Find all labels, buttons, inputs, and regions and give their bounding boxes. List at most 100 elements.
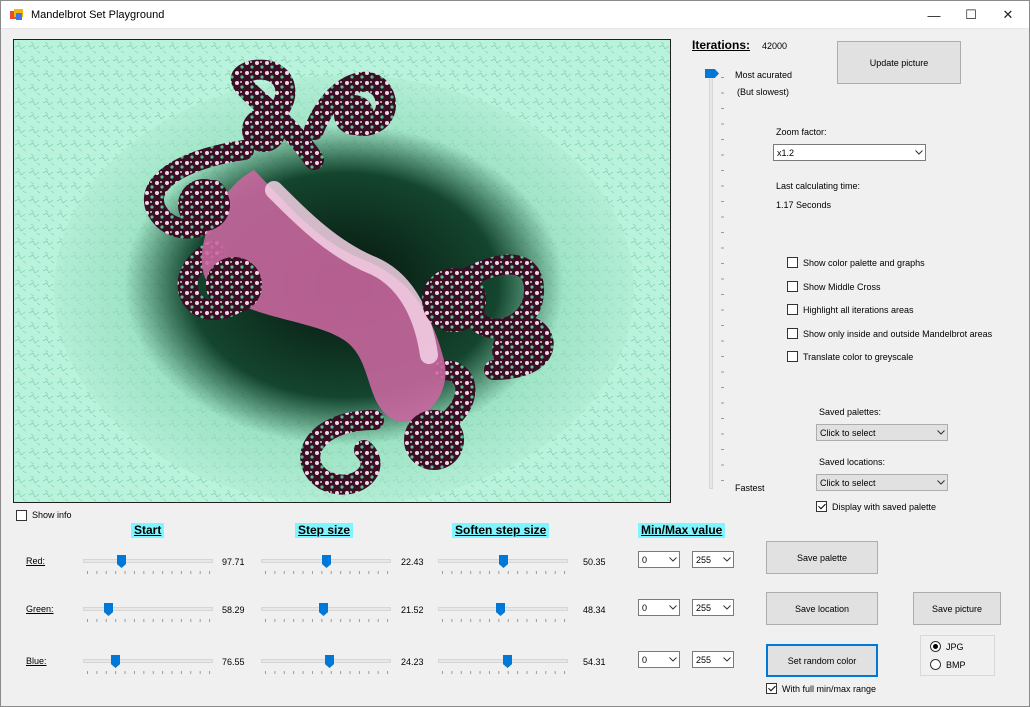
fractal-canvas[interactable] bbox=[13, 39, 671, 503]
chevron-down-icon bbox=[666, 600, 679, 615]
blue-min-value: 0 bbox=[642, 654, 648, 665]
format-jpg-radio[interactable] bbox=[930, 641, 941, 652]
blue-soften-value: 54.31 bbox=[583, 657, 606, 667]
chevron-down-icon bbox=[666, 652, 679, 667]
green-min-select[interactable]: 0 bbox=[638, 599, 680, 616]
option-greyscale-checkbox[interactable] bbox=[787, 351, 798, 362]
green-step-slider-thumb[interactable] bbox=[319, 603, 328, 616]
blue-max-select[interactable]: 255 bbox=[692, 651, 734, 668]
iterations-top-sublabel: (But slowest) bbox=[737, 87, 790, 97]
red-start-value: 97.71 bbox=[222, 557, 245, 567]
blue-start-slider-track[interactable] bbox=[83, 659, 213, 663]
green-soften-value: 48.34 bbox=[583, 605, 606, 615]
set-random-color-button[interactable]: Set random color bbox=[766, 644, 878, 677]
blue-start-slider-ticks bbox=[87, 671, 213, 674]
red-soften-slider-thumb[interactable] bbox=[499, 555, 508, 568]
option-middle-cross-checkbox[interactable] bbox=[787, 281, 798, 292]
red-max-select[interactable]: 255 bbox=[692, 551, 734, 568]
green-start-slider-thumb[interactable] bbox=[104, 603, 113, 616]
blue-step-value: 24.23 bbox=[401, 657, 424, 667]
red-soften-slider-ticks bbox=[442, 571, 568, 574]
iterations-slider-ticks bbox=[721, 77, 724, 489]
blue-max-value: 255 bbox=[696, 654, 712, 665]
iterations-slider-track[interactable] bbox=[709, 71, 713, 489]
close-icon: ✕ bbox=[1002, 7, 1014, 22]
close-button[interactable]: ✕ bbox=[985, 1, 1029, 29]
zoom-factor-label: Zoom factor: bbox=[776, 127, 827, 137]
maximize-icon: ☐ bbox=[965, 7, 977, 22]
option-show-palette-checkbox[interactable] bbox=[787, 257, 798, 268]
chevron-down-icon bbox=[666, 552, 679, 567]
option-middle-cross-label: Show Middle Cross bbox=[803, 282, 881, 292]
red-start-slider-ticks bbox=[87, 571, 213, 574]
chevron-down-icon bbox=[720, 600, 733, 615]
iterations-slider-thumb[interactable] bbox=[705, 69, 719, 78]
full-range-checkbox[interactable] bbox=[766, 683, 777, 694]
green-start-slider-track[interactable] bbox=[83, 607, 213, 611]
zoom-factor-select[interactable]: x1.2 bbox=[773, 144, 926, 161]
red-min-value: 0 bbox=[642, 554, 648, 565]
green-max-select[interactable]: 255 bbox=[692, 599, 734, 616]
red-step-slider-thumb[interactable] bbox=[322, 555, 331, 568]
show-info-label: Show info bbox=[32, 510, 72, 520]
green-step-value: 21.52 bbox=[401, 605, 424, 615]
saved-locations-value: Click to select bbox=[820, 477, 876, 488]
zoom-factor-value: x1.2 bbox=[777, 147, 795, 158]
option-inside-outside-label: Show only inside and outside Mandelbrot … bbox=[803, 329, 993, 339]
blue-step-slider-thumb[interactable] bbox=[325, 655, 334, 668]
format-bmp-label: BMP bbox=[946, 660, 966, 670]
green-soften-slider-thumb[interactable] bbox=[496, 603, 505, 616]
red-min-select[interactable]: 0 bbox=[638, 551, 680, 568]
option-show-palette-label: Show color palette and graphs bbox=[803, 258, 925, 268]
chevron-down-icon bbox=[720, 652, 733, 667]
fractal-image bbox=[14, 40, 670, 502]
header-soften-step-size: Soften step size bbox=[452, 523, 550, 538]
save-picture-button[interactable]: Save picture bbox=[913, 592, 1001, 625]
red-start-slider-track[interactable] bbox=[83, 559, 213, 563]
blue-min-select[interactable]: 0 bbox=[638, 651, 680, 668]
header-min-max: Min/Max value bbox=[638, 523, 726, 538]
red-max-value: 255 bbox=[696, 554, 712, 565]
green-row-label: Green: bbox=[26, 604, 54, 614]
iterations-value: 42000 bbox=[762, 41, 788, 51]
blue-row-label: Blue: bbox=[26, 656, 47, 666]
update-picture-button[interactable]: Update picture bbox=[837, 41, 961, 84]
calc-time-value: 1.17 Seconds bbox=[776, 200, 832, 210]
display-saved-palette-label: Display with saved palette bbox=[832, 502, 937, 512]
blue-soften-slider-thumb[interactable] bbox=[503, 655, 512, 668]
option-inside-outside-checkbox[interactable] bbox=[787, 328, 798, 339]
full-range-label: With full min/max range bbox=[782, 684, 877, 694]
iterations-top-label: Most acurated bbox=[735, 70, 793, 80]
iterations-bottom-label: Fastest bbox=[735, 483, 765, 493]
format-bmp-radio[interactable] bbox=[930, 659, 941, 670]
green-start-value: 58.29 bbox=[222, 605, 245, 615]
red-start-slider-thumb[interactable] bbox=[117, 555, 126, 568]
display-saved-palette-checkbox[interactable] bbox=[816, 501, 827, 512]
green-soften-slider-ticks bbox=[442, 619, 568, 622]
green-min-value: 0 bbox=[642, 602, 648, 613]
option-highlight-checkbox[interactable] bbox=[787, 304, 798, 315]
save-location-button[interactable]: Save location bbox=[766, 592, 878, 625]
green-max-value: 255 bbox=[696, 602, 712, 613]
app-window: Mandelbrot Set Playground — ☐ ✕ Show inf… bbox=[0, 0, 1030, 707]
saved-palettes-value: Click to select bbox=[820, 427, 876, 438]
header-start: Start bbox=[131, 523, 165, 538]
chevron-down-icon bbox=[934, 475, 947, 490]
header-step-size: Step size bbox=[295, 523, 354, 538]
chevron-down-icon bbox=[912, 145, 925, 160]
iterations-label: Iterations: bbox=[692, 38, 751, 52]
saved-palettes-select[interactable]: Click to select bbox=[816, 424, 948, 441]
saved-locations-select[interactable]: Click to select bbox=[816, 474, 948, 491]
red-soften-value: 50.35 bbox=[583, 557, 606, 567]
save-palette-button[interactable]: Save palette bbox=[766, 541, 878, 574]
show-info-checkbox[interactable] bbox=[16, 510, 27, 521]
option-highlight-label: Highlight all iterations areas bbox=[803, 305, 914, 315]
blue-start-slider-thumb[interactable] bbox=[111, 655, 120, 668]
window-title: Mandelbrot Set Playground bbox=[31, 9, 165, 21]
title-bar: Mandelbrot Set Playground — ☐ ✕ bbox=[1, 1, 1029, 29]
app-icon bbox=[10, 9, 23, 20]
red-step-value: 22.43 bbox=[401, 557, 424, 567]
minimize-icon: — bbox=[927, 7, 941, 23]
blue-soften-slider-ticks bbox=[442, 671, 568, 674]
green-start-slider-ticks bbox=[87, 619, 213, 622]
